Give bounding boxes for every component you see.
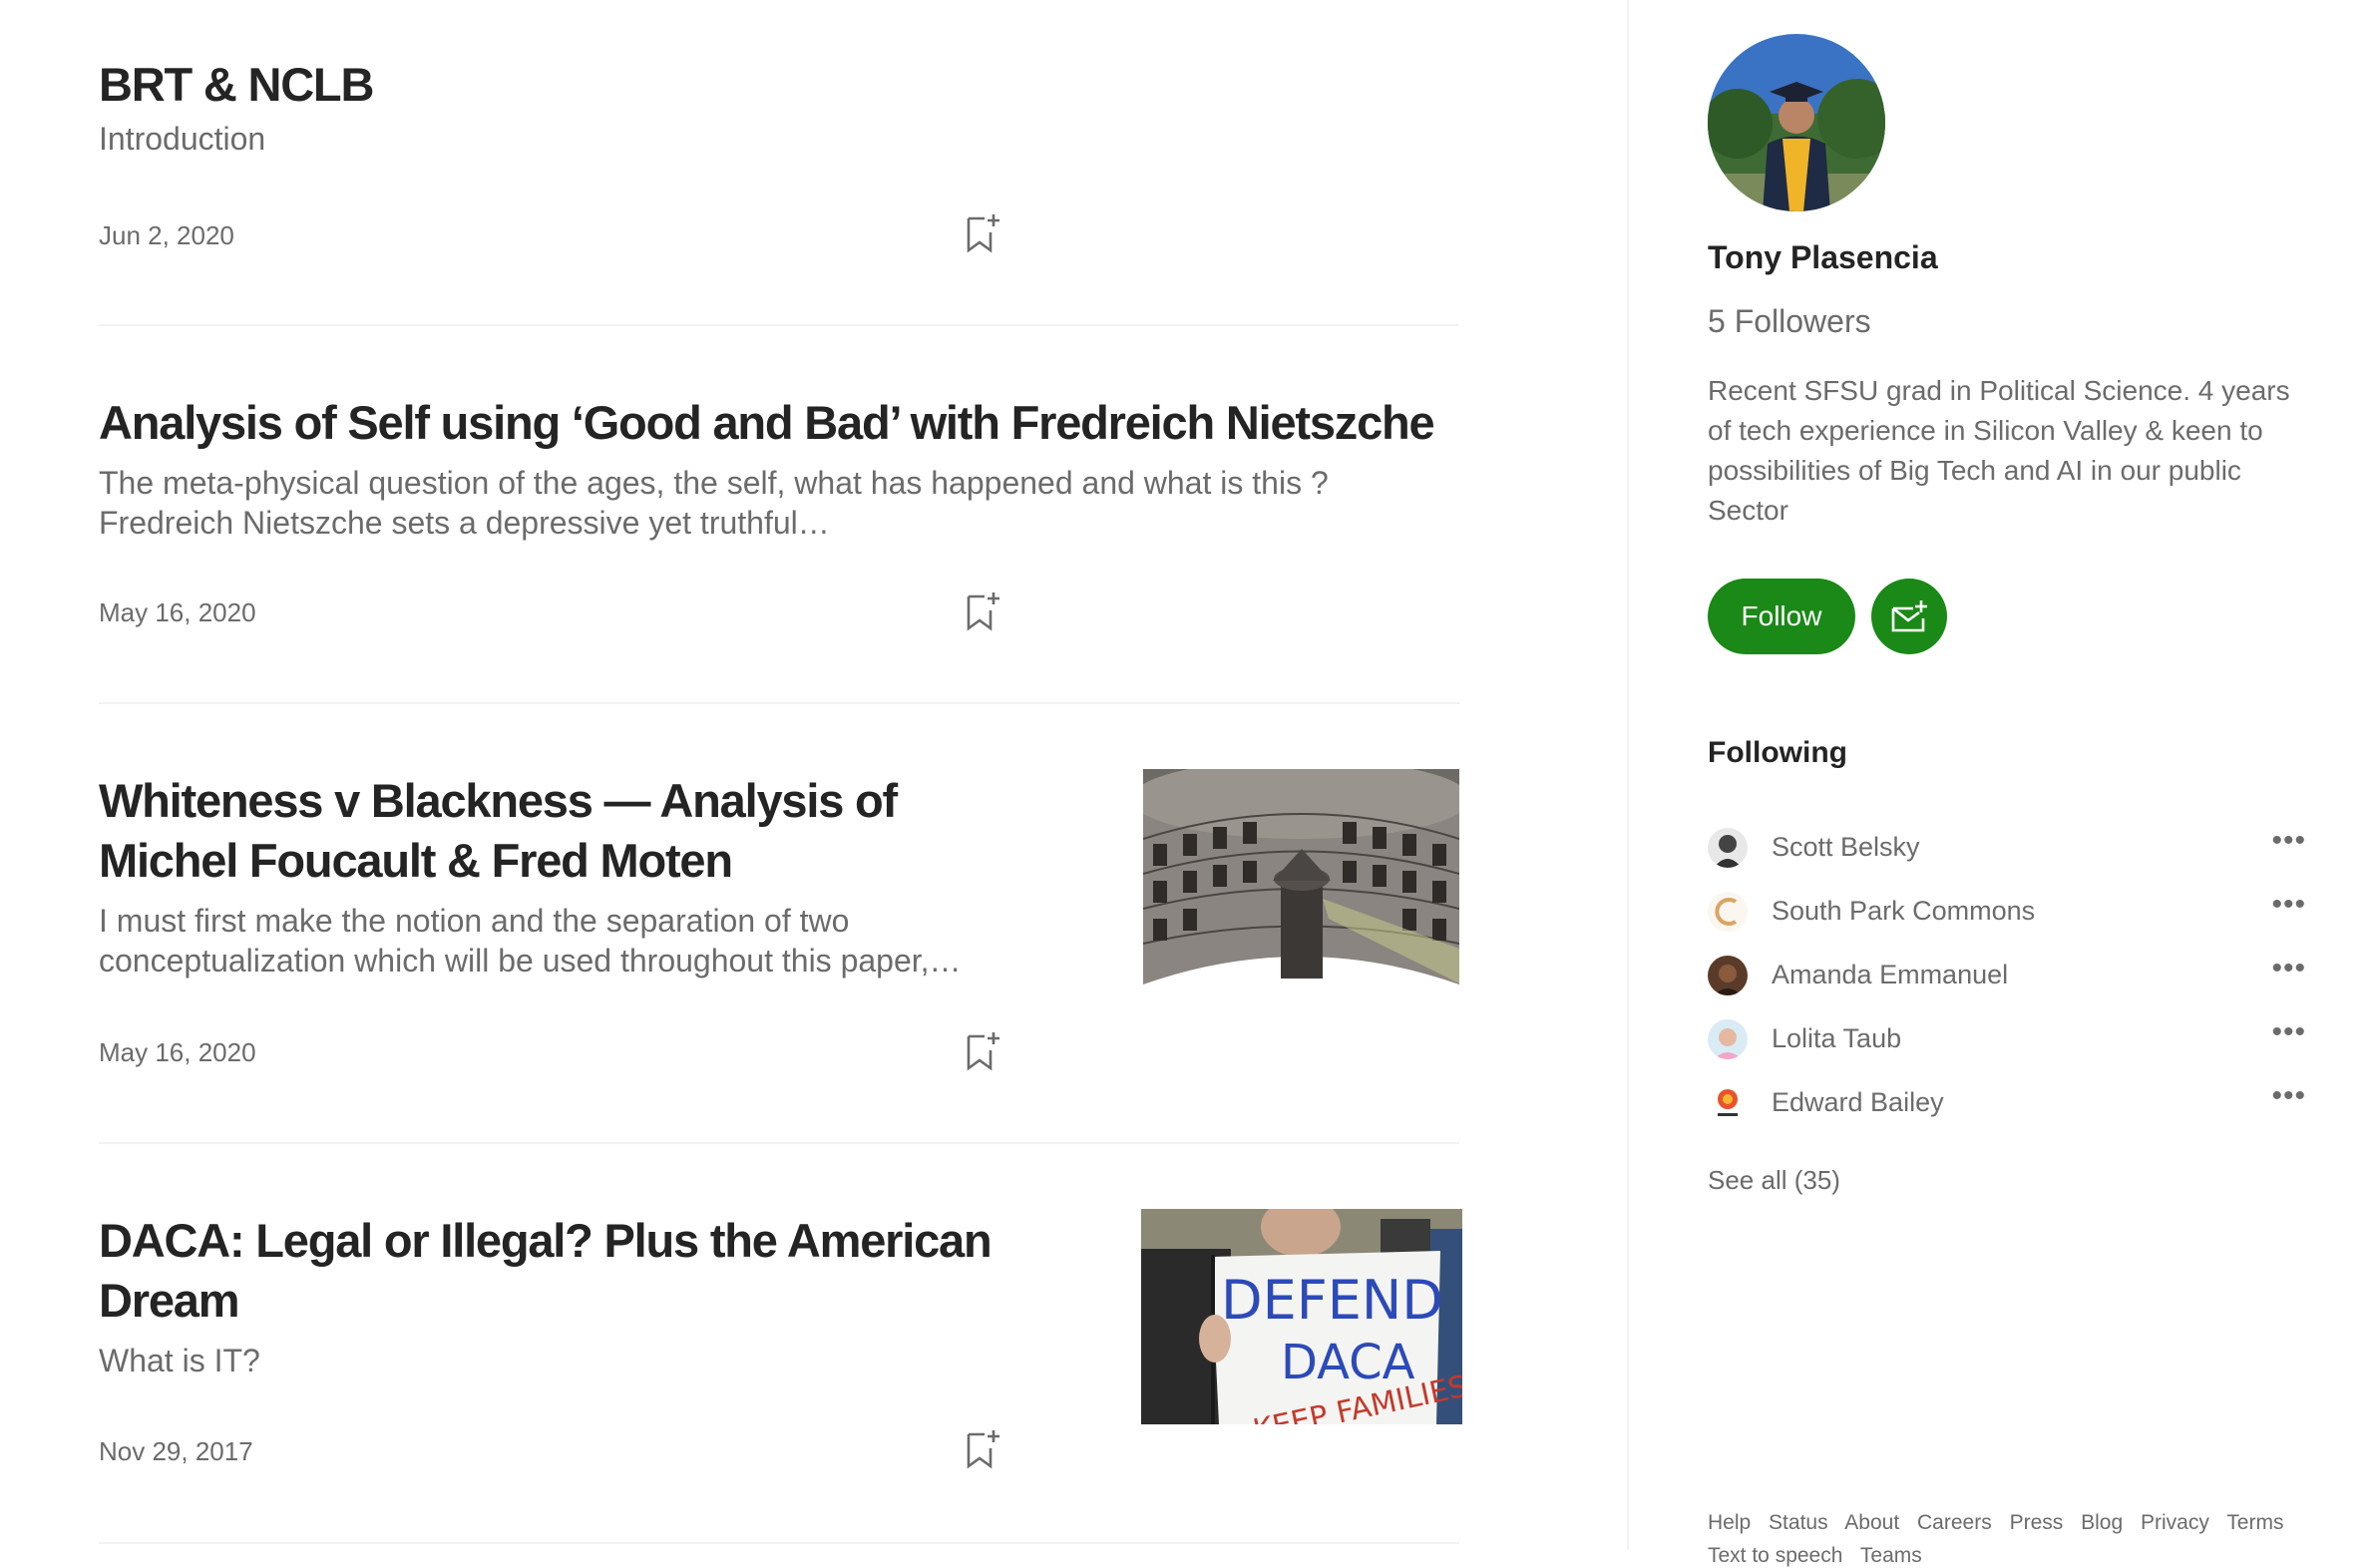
- following-item[interactable]: Edward Bailey •••: [1708, 1079, 2306, 1129]
- author-bio: Recent SFSU grad in Political Science. 4…: [1708, 375, 2290, 526]
- footer-link-teams[interactable]: Teams: [1860, 1544, 1922, 1567]
- article-title[interactable]: Analysis of Self using ‘Good and Bad’ wi…: [99, 393, 1459, 453]
- footer-link-terms[interactable]: Terms: [2226, 1511, 2283, 1534]
- article-card-daca[interactable]: DACA: Legal or Illegal? Plus the America…: [99, 1209, 1462, 1544]
- follow-button[interactable]: Follow: [1708, 579, 1855, 654]
- avatar: [1708, 1019, 1748, 1059]
- avatar: [1708, 956, 1748, 995]
- more-options-icon[interactable]: •••: [2271, 824, 2306, 858]
- author-sidebar: Tony Plasencia 5 Followers Recent SFSU g…: [1708, 0, 2326, 1567]
- footer-link-privacy[interactable]: Privacy: [2141, 1511, 2209, 1534]
- divider: [99, 1142, 1459, 1144]
- following-name[interactable]: Edward Bailey: [1772, 1087, 1944, 1118]
- avatar: [1708, 892, 1748, 932]
- subscribe-email-button[interactable]: [1871, 579, 1947, 654]
- bookmark-icon[interactable]: [963, 1030, 1002, 1074]
- divider: [99, 324, 1459, 326]
- more-options-icon[interactable]: •••: [2271, 952, 2306, 985]
- avatar: [1708, 1083, 1748, 1123]
- article-subtitle[interactable]: Introduction: [99, 119, 1459, 159]
- more-options-icon[interactable]: •••: [2271, 1079, 2306, 1113]
- article-title[interactable]: DACA: Legal or Illegal? Plus the America…: [99, 1211, 1046, 1331]
- author-avatar[interactable]: [1708, 34, 1885, 211]
- daca-protest-thumbnail[interactable]: DEFEND DACA KEEP FAMILIES: [1141, 1209, 1462, 1424]
- article-date: Nov 29, 2017: [99, 1436, 253, 1466]
- sign-text-defend: DEFEND: [1221, 1269, 1443, 1332]
- followers-count[interactable]: 5 Followers: [1708, 303, 1871, 340]
- following-item[interactable]: Lolita Taub •••: [1708, 1015, 2306, 1065]
- article-date: May 16, 2020: [99, 1037, 256, 1067]
- bookmark-icon[interactable]: [963, 590, 1002, 634]
- article-card-whiteness-blackness[interactable]: Whiteness v Blackness — Analysis of Mich…: [99, 769, 1459, 1144]
- divider: [99, 1542, 1459, 1544]
- footer-link-about[interactable]: About: [1844, 1511, 1899, 1534]
- article-date: Jun 2, 2020: [99, 220, 234, 250]
- author-name[interactable]: Tony Plasencia: [1708, 239, 1938, 276]
- sidebar-divider: [1627, 0, 1629, 1550]
- following-name[interactable]: Lolita Taub: [1772, 1023, 1901, 1054]
- divider: [99, 702, 1459, 704]
- article-list: BRT & NCLB Introduction Jun 2, 2020 Anal…: [0, 0, 1628, 1550]
- article-title[interactable]: Whiteness v Blackness — Analysis of Mich…: [99, 771, 1046, 891]
- following-name[interactable]: Scott Belsky: [1772, 832, 1920, 863]
- following-name[interactable]: Amanda Emmanuel: [1772, 960, 2008, 990]
- see-all-following-link[interactable]: See all (35): [1708, 1165, 1840, 1196]
- panopticon-thumbnail[interactable]: [1143, 769, 1459, 984]
- sign-text-daca: DACA: [1281, 1335, 1415, 1390]
- footer-links: Help Status About Careers Press Blog Pri…: [1708, 1511, 2295, 1535]
- article-subtitle[interactable]: I must first make the notion and the sep…: [99, 901, 1046, 980]
- following-item[interactable]: Scott Belsky •••: [1708, 824, 2306, 874]
- more-options-icon[interactable]: •••: [2271, 888, 2306, 922]
- article-date: May 16, 2020: [99, 597, 256, 627]
- bookmark-icon[interactable]: [963, 1428, 1002, 1472]
- more-options-icon[interactable]: •••: [2271, 1015, 2306, 1049]
- footer-link-status[interactable]: Status: [1769, 1511, 1828, 1534]
- footer-link-press[interactable]: Press: [2010, 1511, 2064, 1534]
- bookmark-icon[interactable]: [963, 212, 1002, 256]
- footer-link-help[interactable]: Help: [1708, 1511, 1751, 1534]
- article-card-brt-nclb[interactable]: BRT & NCLB Introduction Jun 2, 2020: [99, 55, 1459, 326]
- article-subtitle[interactable]: The meta-physical question of the ages, …: [99, 463, 1459, 543]
- following-item[interactable]: Amanda Emmanuel •••: [1708, 952, 2306, 1001]
- following-name[interactable]: South Park Commons: [1772, 896, 2035, 927]
- mail-plus-icon: [1891, 600, 1927, 632]
- article-title[interactable]: BRT & NCLB: [99, 55, 1459, 115]
- following-heading: Following: [1708, 736, 1847, 769]
- footer-link-careers[interactable]: Careers: [1917, 1511, 1992, 1534]
- footer-link-blog[interactable]: Blog: [2081, 1511, 2123, 1534]
- avatar: [1708, 828, 1748, 868]
- footer-link-text-to-speech[interactable]: Text to speech: [1708, 1544, 1842, 1567]
- article-card-nietzsche[interactable]: Analysis of Self using ‘Good and Bad’ wi…: [99, 393, 1459, 704]
- footer-links-secondary: Text to speech Teams: [1708, 1544, 1934, 1568]
- following-item[interactable]: South Park Commons •••: [1708, 888, 2306, 938]
